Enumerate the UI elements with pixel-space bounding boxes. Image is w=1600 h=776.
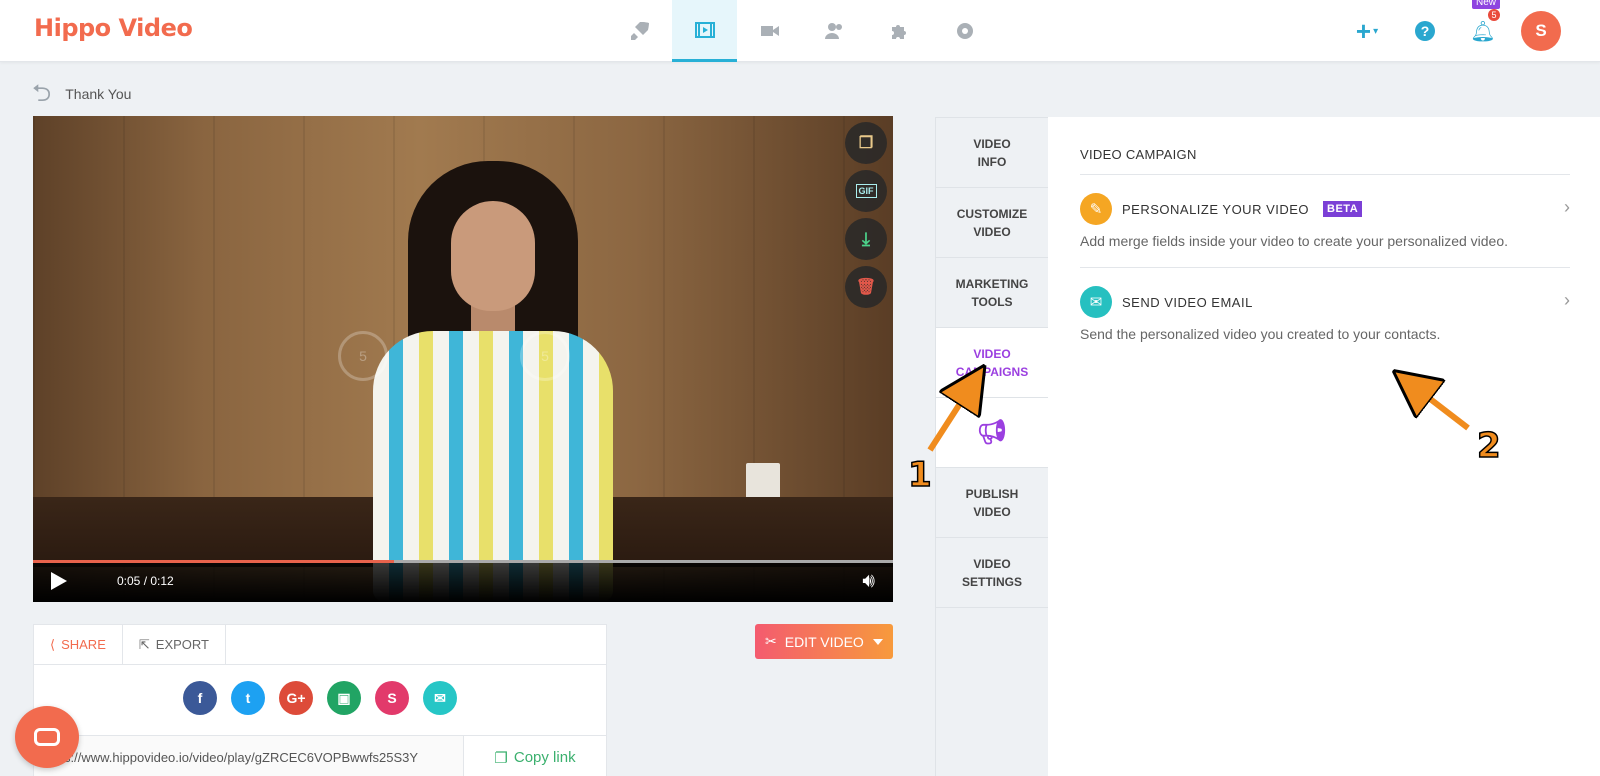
back-arrow-icon[interactable]: ⮌: [32, 82, 51, 106]
social-buttons: f t G+ ▣ S ✉: [34, 681, 606, 715]
gif-button[interactable]: GIF: [845, 170, 887, 212]
notifications-button[interactable]: New 🔔︎ 5: [1454, 0, 1512, 44]
notification-count: 5: [1488, 8, 1500, 21]
scissors-icon: ✂: [765, 633, 777, 649]
nav-users-icon[interactable]: [802, 0, 867, 62]
copy-icon: ❐: [494, 749, 508, 767]
progress-bar[interactable]: [33, 560, 893, 563]
tab-export[interactable]: ⇱ EXPORT: [123, 625, 226, 664]
tab-share[interactable]: ⟨ SHARE: [34, 625, 123, 664]
play-icon[interactable]: [51, 572, 67, 590]
help-icon: ?: [1415, 21, 1435, 41]
video-side-tabs: VIDEO INFO CUSTOMIZE VIDEO MARKETING TOO…: [935, 117, 1049, 776]
download-icon: ⤓: [862, 228, 870, 249]
page-title: Thank You: [65, 86, 132, 102]
beta-badge: BETA: [1323, 201, 1363, 217]
tab-share-label: SHARE: [61, 637, 106, 652]
send-email-title: SEND VIDEO EMAIL: [1122, 294, 1253, 310]
facebook-share-button[interactable]: f: [183, 681, 217, 715]
edit-video-button[interactable]: ✂ EDIT VIDEO: [755, 624, 893, 659]
header-actions: + ▾ ? New 🔔︎ 5 S: [1338, 0, 1570, 62]
tab-customize-video[interactable]: CUSTOMIZE VIDEO: [936, 188, 1048, 258]
time-display: 0:05 / 0:12: [117, 574, 174, 588]
tab-export-label: EXPORT: [155, 637, 209, 652]
annotation-number-2: 2: [1476, 425, 1501, 467]
plus-icon: +: [1355, 15, 1372, 46]
email-share-button[interactable]: ✉: [423, 681, 457, 715]
chevron-right-icon: ›: [1564, 290, 1570, 310]
chevron-right-icon: ›: [1564, 197, 1570, 217]
video-side-actions: ❐ GIF ⤓ 🗑︎: [845, 122, 887, 308]
app-logo[interactable]: Hippo Video: [34, 14, 193, 42]
campaign-panel: VIDEO CAMPAIGN ✎ PERSONALIZE YOUR VIDEO …: [1048, 117, 1600, 776]
video-controls: 0:05 / 0:12 🔊︎: [33, 560, 893, 602]
share-icon: ⟨: [50, 636, 56, 652]
chat-icon: [34, 728, 60, 746]
caret-down-icon[interactable]: [873, 638, 883, 645]
duplicate-button[interactable]: ❐: [845, 122, 887, 164]
delete-button[interactable]: 🗑︎: [845, 266, 887, 308]
google-classroom-share-button[interactable]: ▣: [327, 681, 361, 715]
top-bar: Hippo Video + ▾ ? New 🔔︎ 5 S: [0, 0, 1600, 62]
skip-back-button[interactable]: 5: [338, 331, 388, 381]
share-link-row: s://www.hippovideo.io/video/play/gZRCEC6…: [34, 735, 606, 776]
nav-camera-icon[interactable]: [737, 0, 802, 62]
video-player[interactable]: 5 5 ❐ GIF ⤓ 🗑︎ 0:05 / 0:12 🔊︎: [33, 116, 893, 602]
trash-icon: 🗑︎: [855, 279, 877, 296]
slack-share-button[interactable]: S: [375, 681, 409, 715]
share-tabs: ⟨ SHARE ⇱ EXPORT: [34, 625, 606, 665]
copy-link-button[interactable]: ❐ Copy link: [464, 736, 606, 776]
nav-rocket-icon[interactable]: [607, 0, 672, 62]
caret-down-icon: ▾: [1373, 25, 1379, 37]
copy-link-label: Copy link: [513, 749, 576, 766]
breadcrumb: ⮌ Thank You: [32, 82, 131, 106]
nav-video-icon[interactable]: [672, 0, 737, 62]
gif-icon: GIF: [855, 184, 877, 198]
download-button[interactable]: ⤓: [845, 218, 887, 260]
chat-widget-button[interactable]: [15, 706, 79, 768]
new-badge: New: [1472, 0, 1501, 9]
share-url-field[interactable]: s://www.hippovideo.io/video/play/gZRCEC6…: [34, 736, 464, 776]
avatar: S: [1521, 11, 1561, 51]
tab-video-campaigns[interactable]: VIDEO CAMPAIGNS: [936, 328, 1048, 398]
bell-icon: 🔔︎: [1470, 20, 1496, 43]
export-icon: ⇱: [138, 636, 150, 652]
google-plus-share-button[interactable]: G+: [279, 681, 313, 715]
tab-video-info[interactable]: VIDEO INFO: [936, 118, 1048, 188]
send-email-description: Send the personalized video you created …: [1080, 326, 1441, 342]
personalize-title: PERSONALIZE YOUR VIDEO: [1122, 201, 1310, 217]
personalize-video-option[interactable]: ✎ PERSONALIZE YOUR VIDEO BETA Add merge …: [1080, 175, 1570, 268]
megaphone-icon: 📢︎: [936, 398, 1048, 468]
user-menu[interactable]: S: [1512, 11, 1570, 51]
help-button[interactable]: ?: [1396, 21, 1454, 41]
volume-icon[interactable]: 🔊︎: [862, 570, 875, 593]
main-nav: [607, 0, 997, 62]
skip-forward-button[interactable]: 5: [520, 331, 570, 381]
tab-marketing-tools[interactable]: MARKETING TOOLS: [936, 258, 1048, 328]
nav-gear-icon[interactable]: [932, 0, 997, 62]
send-video-email-option[interactable]: ✉ SEND VIDEO EMAIL Send the personalized…: [1080, 268, 1570, 360]
tab-publish-video[interactable]: PUBLISH VIDEO: [936, 468, 1048, 538]
nav-puzzle-icon[interactable]: [867, 0, 932, 62]
envelope-icon: ✉: [1080, 286, 1112, 318]
twitter-share-button[interactable]: t: [231, 681, 265, 715]
tab-video-settings[interactable]: VIDEO SETTINGS: [936, 538, 1048, 608]
progress-fill: [33, 560, 395, 563]
share-panel: ⟨ SHARE ⇱ EXPORT f t G+ ▣ S ✉ s://www.hippovi…: [33, 624, 607, 776]
add-menu-button[interactable]: + ▾: [1338, 16, 1396, 47]
copy-icon: ❐: [858, 135, 874, 152]
pencil-icon: ✎: [1080, 193, 1112, 225]
personalize-description: Add merge fields inside your video to cr…: [1080, 233, 1509, 249]
campaign-heading: VIDEO CAMPAIGN: [1080, 147, 1570, 175]
annotation-number-1: 1: [907, 454, 932, 496]
edit-video-label: EDIT VIDEO: [784, 633, 864, 650]
